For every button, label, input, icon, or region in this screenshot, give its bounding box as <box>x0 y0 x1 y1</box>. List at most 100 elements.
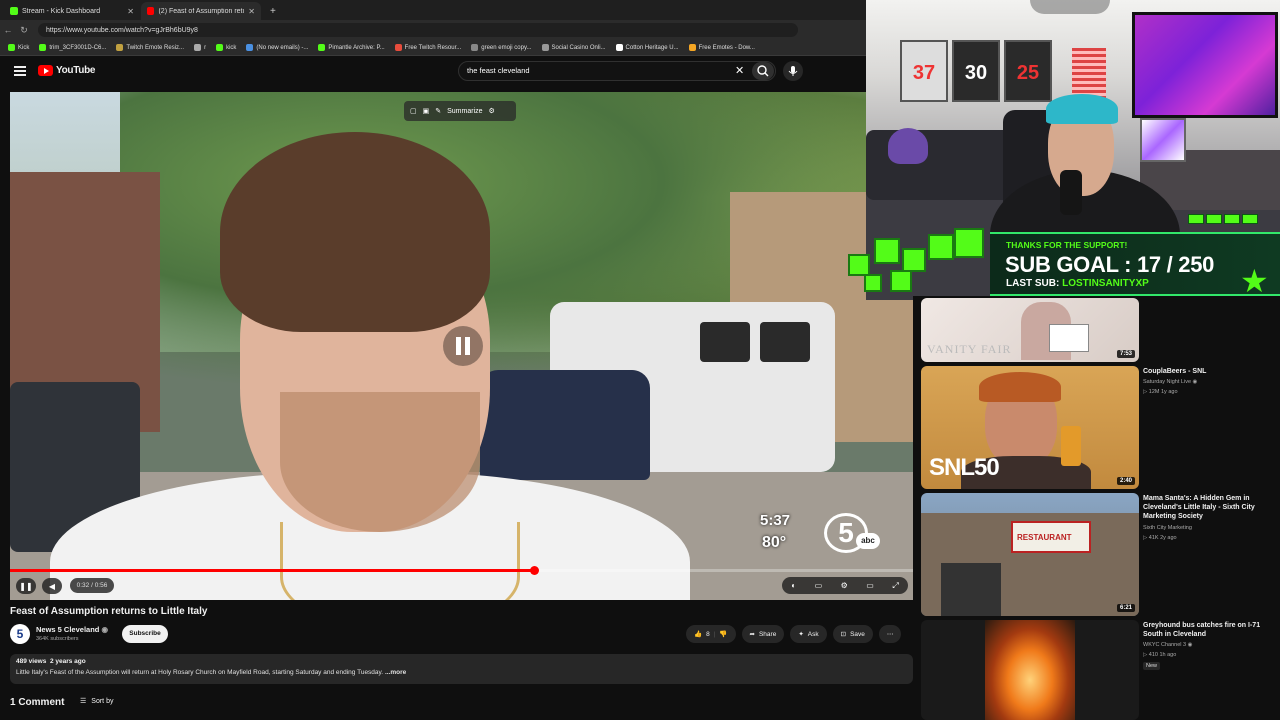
theater-mode-icon[interactable]: ▭ <box>866 581 874 590</box>
progress-played <box>10 569 534 572</box>
voice-search-button[interactable] <box>783 61 803 81</box>
video-thumbnail[interactable]: RESTAURANT 6:21 <box>921 493 1139 616</box>
bookmark-item[interactable]: Pimantle Archive: P... <box>318 44 385 51</box>
bookmark-item[interactable]: kick <box>216 44 236 51</box>
weather-time: 5:37 <box>760 512 791 529</box>
reload-icon[interactable]: ↻ <box>16 25 32 36</box>
recommendation-channel[interactable]: Sixth City Marketing <box>1143 525 1192 531</box>
bookmark-label: kick <box>226 44 237 51</box>
thumbnail-bottle <box>1061 426 1081 466</box>
van-window <box>700 322 750 362</box>
bookmark-item[interactable]: trim_3CF3001D-C6... <box>39 44 106 51</box>
video-thumbnail[interactable] <box>921 620 1139 720</box>
tab-youtube[interactable]: (2) Feast of Assumption return ✕ <box>141 2 261 20</box>
thumbnail-door <box>941 563 1001 616</box>
menu-icon[interactable] <box>14 66 26 76</box>
channel-avatar[interactable]: 5 <box>10 624 30 644</box>
address-bar: ← ↻ https://www.youtube.com/watch?v=gJrB… <box>0 20 866 40</box>
framed-jersey: 37 <box>900 40 948 102</box>
ask-button[interactable]: ✦ Ask <box>790 625 827 643</box>
clear-search-icon[interactable]: ✕ <box>735 64 744 77</box>
kick-block <box>874 238 900 264</box>
bookmark-item[interactable]: Free Twitch Resour... <box>394 44 462 51</box>
captions-icon[interactable]: ▭ <box>815 581 823 590</box>
youtube-logo[interactable]: YouTube <box>38 65 96 76</box>
settings-icon[interactable]: ⚙ <box>841 581 848 590</box>
goal-segment <box>1206 214 1222 224</box>
bookmark-icon <box>541 44 549 51</box>
pc-case <box>1140 118 1186 162</box>
close-icon[interactable]: ✕ <box>248 7 255 16</box>
thumbs-down-icon[interactable]: 👎 <box>719 630 727 638</box>
station-network: abc <box>861 536 875 545</box>
fullscreen-icon[interactable]: ⤢ <box>892 581 898 591</box>
summarize-button[interactable]: Summarize <box>447 108 482 115</box>
more-link[interactable]: ...more <box>385 669 406 676</box>
verified-icon: ◉ <box>1187 642 1193 648</box>
new-badge: New <box>1143 662 1161 670</box>
bookmark-label: green emoji copy... <box>481 44 532 51</box>
cast-icon[interactable]: ▣ <box>423 107 430 115</box>
verified-icon: ◉ <box>101 625 109 634</box>
recommendation-title[interactable]: CouplaBeers - SNL <box>1143 367 1273 376</box>
video-top-toolbar[interactable]: ▢ ▣ ✎ Summarize ⚙ <box>404 101 516 121</box>
thumbs-up-icon: 👍 <box>694 631 703 638</box>
bookmark-icon <box>615 44 623 51</box>
weather-temp: 80° <box>762 534 787 551</box>
channel-name[interactable]: News 5 Cleveland ◉ <box>36 625 108 634</box>
recommendation-title[interactable]: Greyhound bus catches fire on I-71 South… <box>1143 621 1273 639</box>
sort-by-button[interactable]: ☰ Sort by <box>80 697 113 706</box>
subscribe-button[interactable]: Subscribe <box>122 625 168 643</box>
video-thumbnail[interactable]: VANITY FAIR 7:53 <box>921 298 1139 362</box>
bookmark-item[interactable]: Social Casino Onli... <box>541 44 606 51</box>
recommendation-channel[interactable]: WKYC Channel 3 ◉ <box>1143 642 1192 648</box>
more-icon: ⋯ <box>886 631 894 638</box>
pause-button[interactable]: ❚❚ <box>16 578 36 594</box>
player-right-controls: ◐ ▭ ⚙ ▭ ⤢ <box>782 577 908 594</box>
bookmark-item[interactable]: Cotton Heritage U... <box>615 44 679 51</box>
back-icon[interactable]: ← <box>0 25 16 35</box>
close-icon[interactable]: ✕ <box>127 7 134 16</box>
kick-block <box>848 254 870 276</box>
search-button[interactable] <box>752 62 774 80</box>
goal-thanks-text: THANKS FOR THE SUPPORT! <box>1006 240 1128 250</box>
recommendation-title[interactable]: Mama Santa's: A Hidden Gem in Cleveland'… <box>1143 494 1273 521</box>
recommendation-meta: ▷ 12M 1y ago <box>1143 389 1178 395</box>
streamer-cap <box>1046 94 1118 124</box>
bookmark-item[interactable]: (No new emails) -... <box>246 44 308 51</box>
bookmark-icon <box>318 44 326 51</box>
bookmark-item[interactable]: Free Emotes - Dow... <box>688 44 755 51</box>
like-button[interactable]: 👍 8 | 👎 <box>686 625 736 643</box>
bookmark-item[interactable]: r <box>194 44 206 51</box>
bookmark-label: Free Twitch Resour... <box>404 44 462 51</box>
star-icon: ★ <box>1240 263 1269 299</box>
progress-scrubber[interactable] <box>530 566 539 575</box>
video-thumbnail[interactable]: SNL50 2:40 <box>921 366 1139 489</box>
share-button[interactable]: ➦ Share <box>741 625 785 643</box>
pause-icon: ❚❚ <box>19 581 33 591</box>
sort-icon: ☰ <box>80 698 87 705</box>
more-actions-button[interactable]: ⋯ <box>878 625 902 643</box>
recommendation-channel[interactable]: Saturday Night Live ◉ <box>1143 379 1197 385</box>
autoplay-toggle-icon[interactable]: ◐ <box>791 581 796 590</box>
ceiling-fan <box>1030 0 1110 14</box>
pause-overlay-icon[interactable] <box>443 326 483 366</box>
video-scene-car <box>480 370 650 480</box>
volume-button[interactable]: ◀ <box>42 578 62 594</box>
tab-kick-dashboard[interactable]: Stream - Kick Dashboard ✕ <box>4 2 140 20</box>
channel-text: Saturday Night Live <box>1143 379 1191 385</box>
bookmark-item[interactable]: Twitch Emote Resiz... <box>116 44 184 51</box>
url-field[interactable]: https://www.youtube.com/watch?v=gJrBh6bU… <box>38 23 798 37</box>
bookmark-item[interactable]: Kick <box>8 44 29 51</box>
bookmarks-bar: Kick trim_3CF3001D-C6... Twitch Emote Re… <box>0 40 866 56</box>
meta-text: 12M 1y ago <box>1148 389 1178 395</box>
save-button[interactable]: ⊡ Save <box>832 625 873 643</box>
bookmark-item[interactable]: green emoji copy... <box>471 44 532 51</box>
bookmark-label: Cotton Heritage U... <box>625 44 679 51</box>
new-tab-button[interactable]: + <box>264 2 282 20</box>
url-text: https://www.youtube.com/watch?v=gJrBh6bU… <box>46 26 198 34</box>
video-actions: 👍 8 | 👎 ➦ Share ✦ Ask ⊡ Save ⋯ <box>686 625 902 643</box>
bookmark-label: (No new emails) -... <box>256 44 309 51</box>
miniplayer-icon[interactable]: ▢ <box>410 107 417 115</box>
settings-small-icon[interactable]: ⚙ <box>489 107 495 115</box>
